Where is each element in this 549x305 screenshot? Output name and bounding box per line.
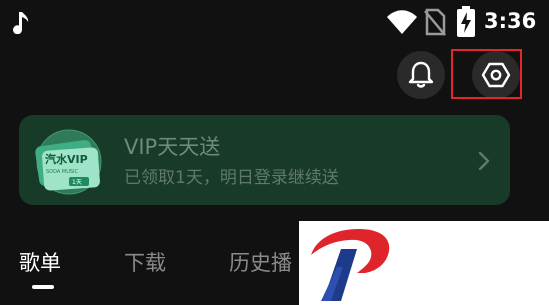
- vip-banner[interactable]: 汽水VIP SODA MUSIC 1天 VIP天天送 已领取1天，明日登录继续送: [19, 115, 510, 205]
- active-tab-indicator: [32, 285, 54, 289]
- battery-charging-icon: [457, 6, 475, 37]
- vip-card-text: 汽水VIP: [45, 152, 88, 166]
- tab-playlist[interactable]: 歌单: [19, 248, 61, 278]
- watermark-logo-icon: [311, 229, 390, 301]
- screen: 3:36 汽水VIP SODA MUSIC 1天 VIP天天送 已领取1天，明日…: [0, 0, 549, 305]
- vip-banner-title: VIP天天送: [124, 135, 221, 159]
- settings-highlight-box: [451, 49, 522, 99]
- tab-downloads[interactable]: 下载: [124, 248, 166, 278]
- wifi-icon: [387, 10, 417, 34]
- vip-card-subtext: SODA MUSIC: [46, 169, 79, 175]
- vip-card-badge: 1天: [72, 179, 82, 186]
- vip-card-icon: 汽水VIP SODA MUSIC 1天: [35, 129, 102, 195]
- status-bar: 3:36: [0, 0, 549, 44]
- chevron-right-icon: [478, 151, 490, 171]
- app-notification-icon: [13, 12, 29, 34]
- tab-history[interactable]: 历史播: [229, 248, 292, 278]
- notifications-button[interactable]: [397, 51, 445, 99]
- bell-icon: [408, 61, 434, 88]
- vip-banner-subtitle: 已领取1天，明日登录继续送: [124, 168, 339, 188]
- watermark-logo: [299, 221, 549, 305]
- no-sim-icon: [424, 8, 446, 36]
- status-clock: 3:36: [484, 9, 537, 33]
